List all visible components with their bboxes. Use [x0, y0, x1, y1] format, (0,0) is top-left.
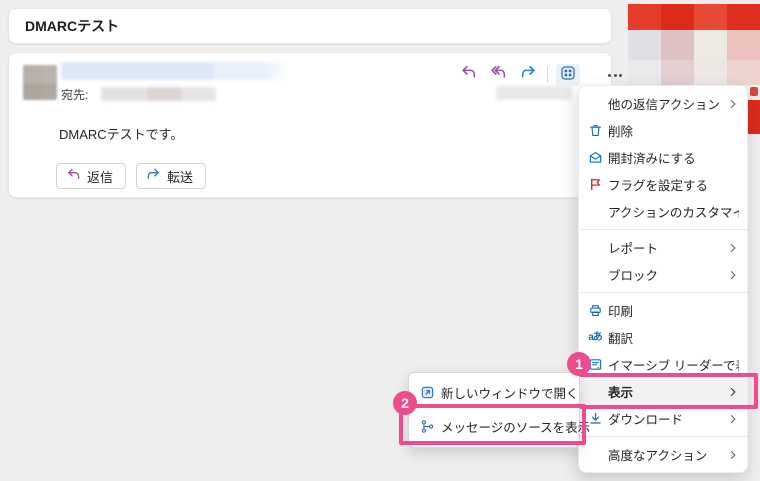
chevron-right-icon [725, 449, 739, 461]
menu-item-report[interactable]: レポート [579, 234, 747, 261]
menu-item-translate[interactable]: aあ 翻訳 [579, 324, 747, 351]
to-label: 宛先: [61, 88, 89, 102]
menu-divider [579, 436, 747, 437]
chevron-right-icon [725, 269, 739, 281]
forward-button[interactable]: 転送 [136, 163, 207, 189]
redacted-region [628, 4, 760, 85]
reply-all-icon [490, 65, 507, 85]
quick-actions: 返信 転送 [56, 163, 207, 189]
forward-icon [146, 168, 161, 184]
menu-item-mark-as-read[interactable]: 開封済みにする [579, 144, 747, 171]
empty-icon-slot [587, 96, 603, 112]
menu-divider [579, 229, 747, 230]
subject-card: DMARCテスト [8, 8, 612, 44]
reply-button[interactable]: 返信 [56, 163, 127, 189]
more-options-button[interactable] [604, 64, 626, 86]
trash-icon [587, 123, 603, 139]
view-submenu: 新しいウィンドウで開く メッセージのソースを表示 [408, 372, 590, 448]
message-body: DMARCテストです。 [59, 127, 184, 142]
empty-icon-slot [587, 240, 603, 256]
forward-button-label: 転送 [167, 169, 194, 185]
menu-item-download[interactable]: ダウンロード [579, 405, 747, 432]
reply-button-icon[interactable] [457, 64, 479, 86]
menu-divider [579, 292, 747, 293]
empty-icon-slot [587, 204, 603, 220]
chevron-right-icon [725, 242, 739, 254]
immersive-reader-icon [587, 357, 603, 373]
chevron-right-icon [725, 386, 739, 398]
apps-grid-icon [560, 65, 576, 86]
submenu-item-view-message-source[interactable]: メッセージのソースを表示 [409, 408, 590, 444]
message-card: 宛先: DMARCテストです。 返信 転送 [8, 52, 622, 198]
reply-icon [460, 65, 477, 85]
avatar [23, 65, 57, 100]
chevron-right-icon [725, 98, 739, 110]
chevron-right-icon [725, 413, 739, 425]
translate-icon: aあ [588, 331, 603, 343]
recipient-redacted [101, 87, 216, 101]
timestamp-redacted [496, 86, 572, 100]
empty-icon-slot [587, 267, 603, 283]
reply-all-button-icon[interactable] [487, 64, 509, 86]
menu-item-set-flag[interactable]: フラグを設定する [579, 171, 747, 198]
empty-icon-slot [587, 384, 603, 400]
redacted-right-strip [748, 85, 760, 213]
forward-button-icon[interactable] [517, 64, 539, 86]
reply-button-label: 返信 [87, 169, 114, 185]
message-context-menu: 他の返信アクション 削除 開封済みにする フラグを設定する アクションのカスタマ… [578, 85, 748, 473]
menu-item-block[interactable]: ブロック [579, 261, 747, 288]
flag-icon [587, 177, 603, 193]
more-options-icon [608, 73, 622, 77]
subject-title: DMARCテスト [25, 18, 120, 34]
menu-item-delete[interactable]: 削除 [579, 117, 747, 144]
printer-icon [587, 303, 603, 319]
menu-item-other-reply-actions[interactable]: 他の返信アクション [579, 90, 747, 117]
mail-open-icon [587, 150, 603, 166]
menu-item-advanced-actions[interactable]: 高度なアクション [579, 441, 747, 468]
toolbar-divider [547, 67, 548, 83]
view-source-icon [419, 418, 435, 434]
menu-item-view[interactable]: 表示 [579, 378, 747, 405]
submenu-item-open-in-new-window[interactable]: 新しいウィンドウで開く [409, 376, 579, 408]
message-toolbar [457, 63, 626, 87]
menu-item-print[interactable]: 印刷 [579, 297, 747, 324]
reply-icon [66, 168, 81, 184]
sender-name-redacted [61, 62, 286, 80]
apps-button[interactable] [556, 64, 580, 86]
empty-icon-slot [587, 447, 603, 463]
menu-item-immersive-reader[interactable]: イマーシブ リーダーで表示 [579, 351, 747, 378]
redacted-red-block [748, 100, 760, 134]
redacted-dot [750, 87, 758, 96]
open-new-window-icon [419, 384, 435, 400]
menu-item-customize-actions[interactable]: アクションのカスタマイズ [579, 198, 747, 225]
forward-icon [520, 65, 537, 85]
